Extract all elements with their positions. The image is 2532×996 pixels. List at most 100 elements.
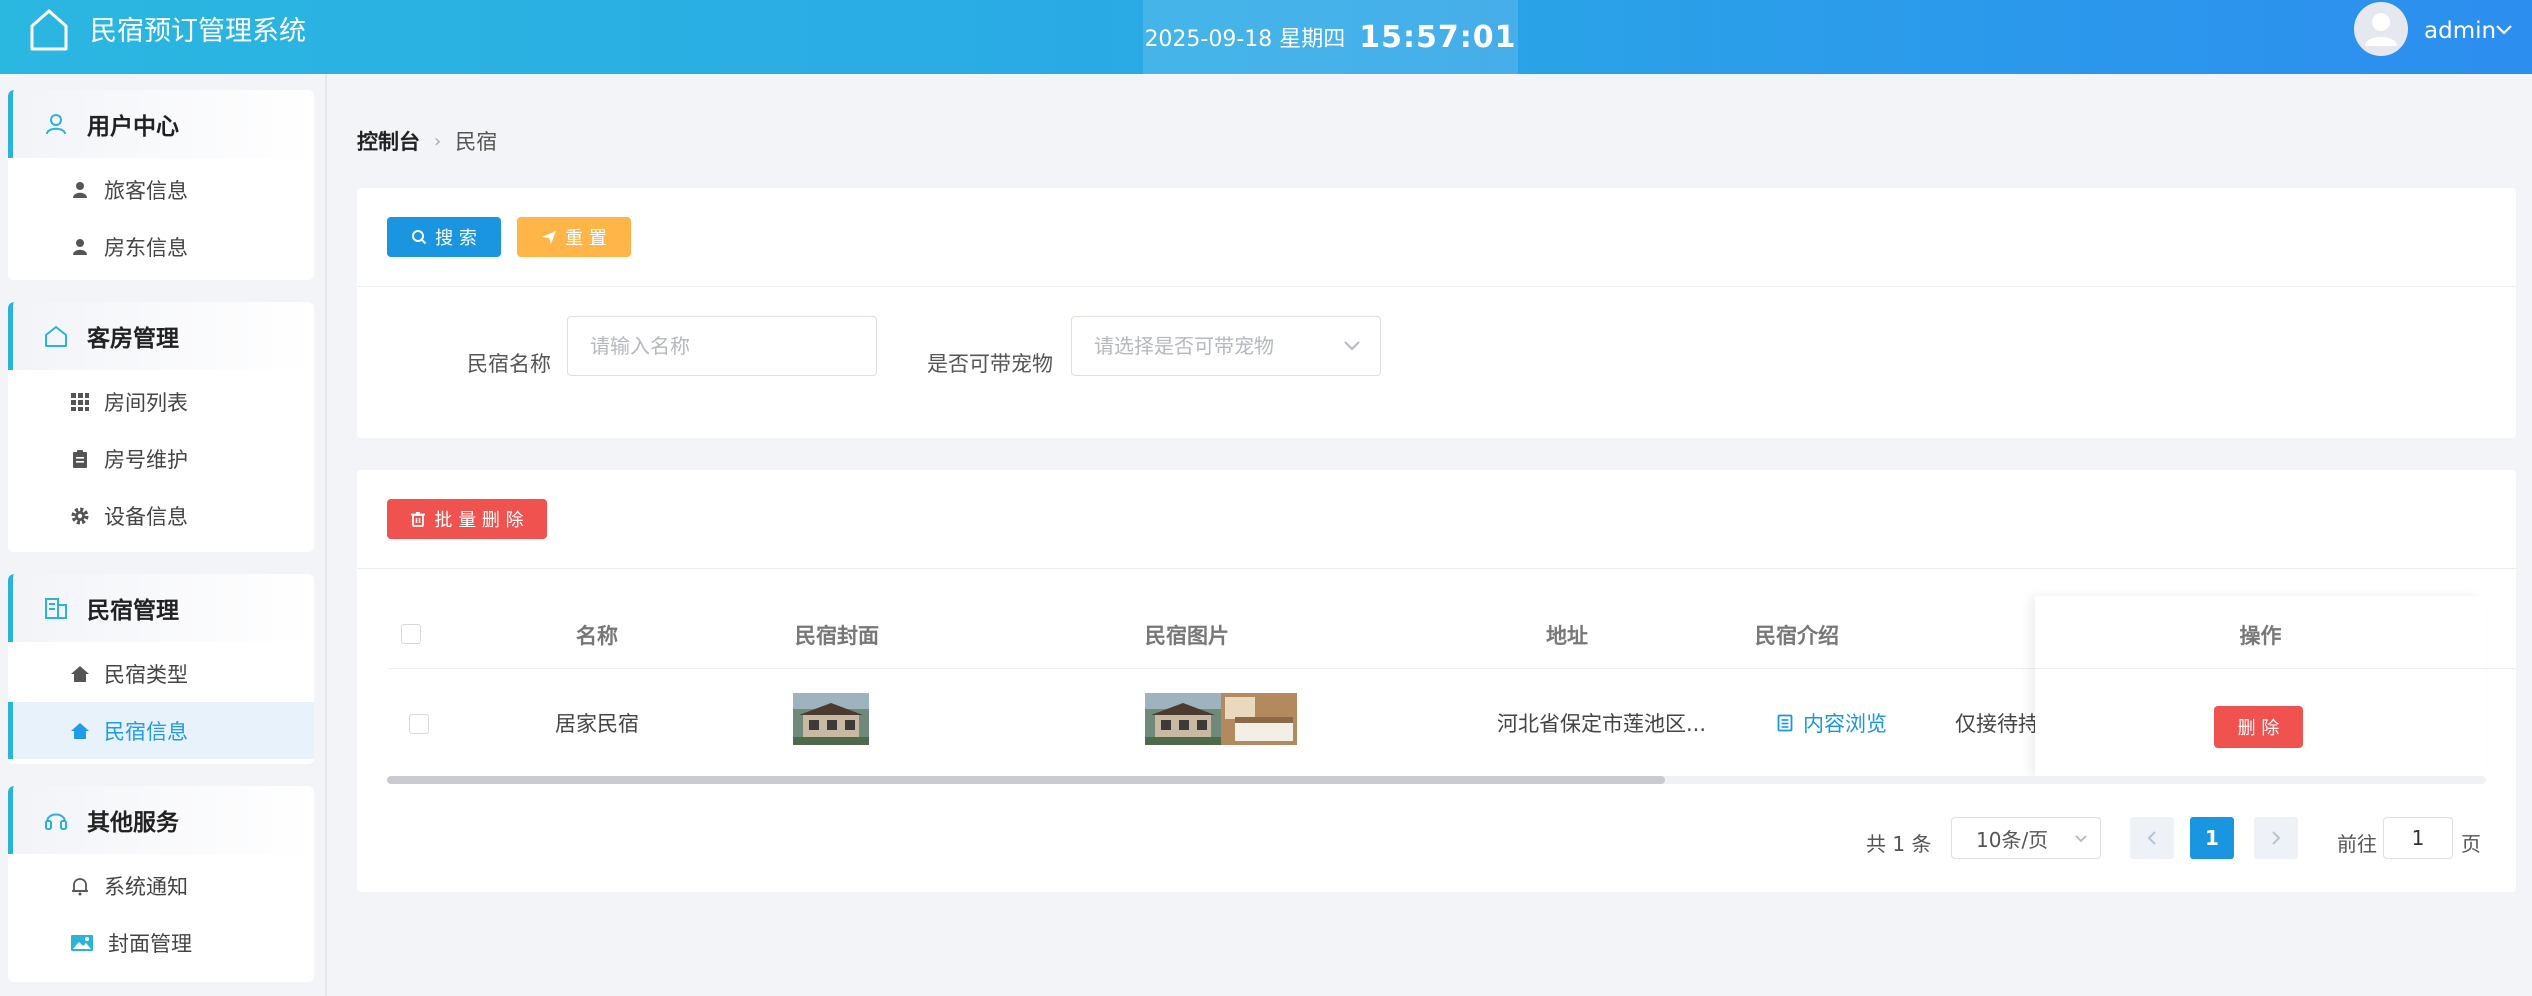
sidebar-item-room-number[interactable]: 房号维护 [8,430,314,487]
goto-page-input[interactable] [2383,817,2453,859]
column-header-intro[interactable]: 民宿介绍 [1697,620,1897,650]
home-logo-icon [30,9,68,51]
sidebar-item-landlord-info[interactable]: 房东信息 [8,218,314,275]
sidebar-item-label: 房号维护 [104,447,188,472]
divider [357,286,2516,287]
row-checkbox[interactable] [409,714,429,734]
pagination-total: 共 1 条 [1866,832,1932,856]
select-all-checkbox[interactable] [401,624,421,644]
column-header-cover[interactable]: 民宿封面 [737,620,937,650]
goto-label: 前往 [2337,832,2377,856]
name-filter-label: 民宿名称 [467,352,551,376]
column-header-name[interactable]: 名称 [507,620,687,650]
user-menu[interactable]: admin [2424,16,2496,46]
chevron-left-icon [2147,831,2156,845]
batch-delete-label: 批 量 删 除 [434,510,524,531]
page-suffix-label: 页 [2461,832,2481,856]
clipboard-icon [73,449,87,468]
delete-button[interactable]: 删 除 [2214,706,2303,748]
homestay-image-gallery [1145,693,1297,745]
house-icon [71,665,89,682]
person-icon [73,181,87,198]
sidebar: 用户中心 旅客信息 房东信息 客房管理 房间列表 房号维护 设备信息 民宿管理 … [0,74,327,996]
current-date: 2025-09-18 星期四 [1144,27,1346,52]
column-header-actions[interactable]: 操作 [2035,620,2486,650]
homestay-images[interactable] [1145,693,1297,745]
sidebar-item-label: 封面管理 [108,931,192,956]
sidebar-group-header[interactable]: 民宿管理 [8,574,314,642]
chevron-down-icon [2075,835,2087,843]
prev-page-button[interactable] [2130,817,2174,859]
app-title: 民宿预订管理系统 [90,16,306,47]
cell-extra: 仅接待持 [1955,712,2039,736]
header-row-divider [2035,668,2486,669]
sidebar-item-label: 旅客信息 [104,178,188,203]
sidebar-group-title: 民宿管理 [87,598,179,624]
sidebar-group-title: 客房管理 [87,326,179,352]
action-column: 操作 删 除 [2035,596,2486,776]
top-header: 民宿预订管理系统 2025-09-18 星期四 15:57:01 admin [0,0,2532,74]
sidebar-item-cover-management[interactable]: 封面管理 [8,914,314,971]
page-size-select[interactable]: 10条/页 [1951,817,2101,859]
breadcrumb: 控制台 › 民宿 [357,126,497,156]
search-card: 搜 索 重 置 民宿名称 是否可带宠物 [357,188,2516,438]
sidebar-item-label: 房东信息 [104,235,188,260]
pet-filter-label: 是否可带宠物 [927,352,1053,376]
intro-view-link-label: 内容浏览 [1803,712,1887,736]
next-page-button[interactable] [2254,817,2298,859]
sidebar-group-header[interactable]: 用户中心 [8,90,314,158]
sidebar-group-header[interactable]: 客房管理 [8,302,314,370]
sidebar-group-header[interactable]: 其他服务 [8,786,314,854]
search-icon [412,230,427,245]
reset-button[interactable]: 重 置 [517,217,631,257]
send-icon [542,231,557,244]
sidebar-group-user-center: 用户中心 旅客信息 房东信息 [8,90,314,280]
sidebar-item-homestay-info[interactable]: 民宿信息 [8,702,314,759]
image-icon [71,934,93,951]
grid-icon [71,392,89,411]
pet-filter-select[interactable] [1071,316,1381,376]
sidebar-item-label: 民宿类型 [104,662,188,687]
batch-delete-button[interactable]: 批 量 删 除 [387,499,547,539]
cover-thumbnail[interactable] [793,693,869,745]
search-button[interactable]: 搜 索 [387,217,501,257]
home-outline-icon [45,326,67,347]
page-number-current[interactable]: 1 [2190,817,2234,859]
breadcrumb-root[interactable]: 控制台 [357,126,420,156]
column-header-images[interactable]: 民宿图片 [1077,620,1297,650]
trash-icon [411,512,426,527]
column-header-address[interactable]: 地址 [1487,620,1647,650]
sidebar-item-homestay-type[interactable]: 民宿类型 [8,645,314,702]
avatar-person-icon [2365,13,2397,46]
sidebar-item-room-list[interactable]: 房间列表 [8,373,314,430]
headset-icon [45,813,67,830]
person-icon [73,238,87,255]
user-avatar[interactable] [2354,2,2408,56]
user-outline-icon [46,114,66,135]
cover-image [793,693,869,745]
building-icon [45,598,67,619]
breadcrumb-current: 民宿 [455,130,498,154]
name-filter-input[interactable] [567,316,877,376]
sidebar-item-label: 设备信息 [104,504,188,529]
sidebar-item-equipment[interactable]: 设备信息 [8,487,314,544]
sidebar-item-label: 民宿信息 [104,719,188,744]
breadcrumb-separator-icon: › [434,130,442,152]
search-button-label: 搜 索 [435,228,477,249]
current-time: 15:57:01 [1359,19,1517,55]
datetime-display: 2025-09-18 星期四 15:57:01 [1143,0,1518,74]
page-size-value: 10条/页 [1976,827,2049,852]
document-icon [1777,714,1793,732]
cell-address: 河北省保定市莲池区... [1497,712,1707,736]
chevron-down-icon[interactable] [1343,340,1361,352]
scrollbar-thumb[interactable] [387,776,1665,784]
house-icon [71,722,89,739]
intro-view-link[interactable]: 内容浏览 [1777,708,1887,738]
chevron-down-icon[interactable] [2494,22,2514,38]
horizontal-scrollbar[interactable] [387,776,2486,784]
gear-icon [71,507,89,524]
reset-button-label: 重 置 [565,228,607,249]
sidebar-item-traveler-info[interactable]: 旅客信息 [8,161,314,218]
table-card: 批 量 删 除 名称 民宿封面 民宿图片 地址 民宿介绍 居家民宿 河北省保定市… [357,470,2516,892]
sidebar-item-system-notice[interactable]: 系统通知 [8,857,314,914]
